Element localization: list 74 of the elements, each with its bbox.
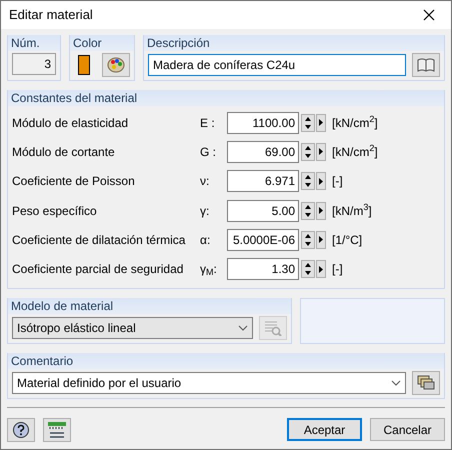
arrow-button[interactable] <box>316 142 326 161</box>
help-icon <box>12 420 30 439</box>
unit-label: [-] <box>332 261 343 278</box>
property-label: Peso específico <box>12 202 98 220</box>
windows-button[interactable] <box>412 370 440 395</box>
value-field[interactable]: 5.0000E-06 <box>227 228 299 251</box>
unit-label: [kN/cm$^{2}$] <box>332 114 378 132</box>
spinner-button[interactable] <box>301 230 315 249</box>
spinner-button[interactable] <box>301 114 315 132</box>
up-down-arrows-icon <box>304 174 312 188</box>
value-field[interactable]: 1.30 <box>227 258 299 280</box>
right-arrow-icon <box>319 236 323 244</box>
symbol-label: ν: <box>200 173 210 190</box>
group-title: Comentario <box>8 352 444 369</box>
group-title: Modelo de material <box>8 298 291 314</box>
up-down-arrows-icon <box>304 232 312 247</box>
property-label: Coeficiente de Poisson <box>12 173 136 190</box>
caret-icon <box>391 380 401 386</box>
right-arrow-icon <box>319 266 323 273</box>
value-field[interactable]: 1100.00 <box>227 112 299 134</box>
arrow-button[interactable] <box>316 230 326 249</box>
arrow-button[interactable] <box>316 172 326 190</box>
arrow-button[interactable] <box>316 260 326 278</box>
caret-icon <box>238 324 248 331</box>
unit-label: [1/°C] <box>332 232 362 249</box>
up-down-arrows-icon <box>304 204 312 218</box>
library-button[interactable] <box>412 53 440 77</box>
right-arrow-icon <box>319 207 323 214</box>
up-down-arrows-icon <box>304 116 312 130</box>
windows-icon <box>417 375 435 390</box>
property-label: Módulo de elasticidad <box>12 114 130 132</box>
units-button[interactable] <box>43 418 71 442</box>
ruler-icon <box>47 420 67 439</box>
magnifier-icon <box>264 320 282 336</box>
window-title: Editar material <box>9 6 93 24</box>
group-title: Núm. <box>8 35 60 51</box>
right-arrow-icon <box>319 148 323 156</box>
up-down-arrows-icon <box>304 144 312 159</box>
value-field[interactable]: 69.00 <box>227 140 299 163</box>
symbol-label: γ$_{M}$: <box>200 261 218 278</box>
spinner-button[interactable] <box>301 142 315 161</box>
help-button[interactable] <box>7 418 35 442</box>
property-label: Coeficiente parcial de seguridad <box>12 261 184 278</box>
group-title: Descripción <box>144 35 444 51</box>
value-field[interactable]: 6.971 <box>227 170 299 192</box>
symbol-label: E : <box>200 114 216 132</box>
right-arrow-icon <box>319 178 323 185</box>
close-icon <box>423 9 435 21</box>
up-down-arrows-icon <box>304 262 312 276</box>
description-field[interactable]: Madera de coníferas C24u <box>148 54 406 76</box>
symbol-label: α: <box>200 232 212 249</box>
arrow-button[interactable] <box>316 114 326 132</box>
group-title: Constantes del material <box>8 90 444 106</box>
comment-dropdown[interactable]: Material definido por el usuario <box>12 372 406 394</box>
right-arrow-icon <box>319 119 323 126</box>
symbol-label: G : <box>200 144 218 161</box>
arrow-button[interactable] <box>316 202 326 220</box>
property-label: Coeficiente de dilatación térmica <box>12 232 186 249</box>
unit-label: [-] <box>332 173 343 190</box>
symbol-label: γ: <box>200 202 210 220</box>
value-field[interactable]: 5.00 <box>227 200 299 222</box>
book-icon <box>417 58 435 72</box>
number-field: 3 <box>12 53 56 75</box>
spinner-button[interactable] <box>301 172 315 190</box>
group-title: Color <box>70 35 134 51</box>
property-label: Módulo de cortante <box>12 144 116 161</box>
spinner-button[interactable] <box>301 260 315 278</box>
palette-button[interactable] <box>102 53 130 77</box>
unit-label: [kN/m$^{3}$] <box>332 202 372 220</box>
palette-icon <box>107 57 125 73</box>
dialog-button[interactable]: Aceptar <box>287 418 362 442</box>
dialog-button[interactable]: Cancelar <box>370 418 445 442</box>
spinner-button[interactable] <box>301 202 315 220</box>
unit-label: [kN/cm$^{2}$] <box>332 142 378 161</box>
